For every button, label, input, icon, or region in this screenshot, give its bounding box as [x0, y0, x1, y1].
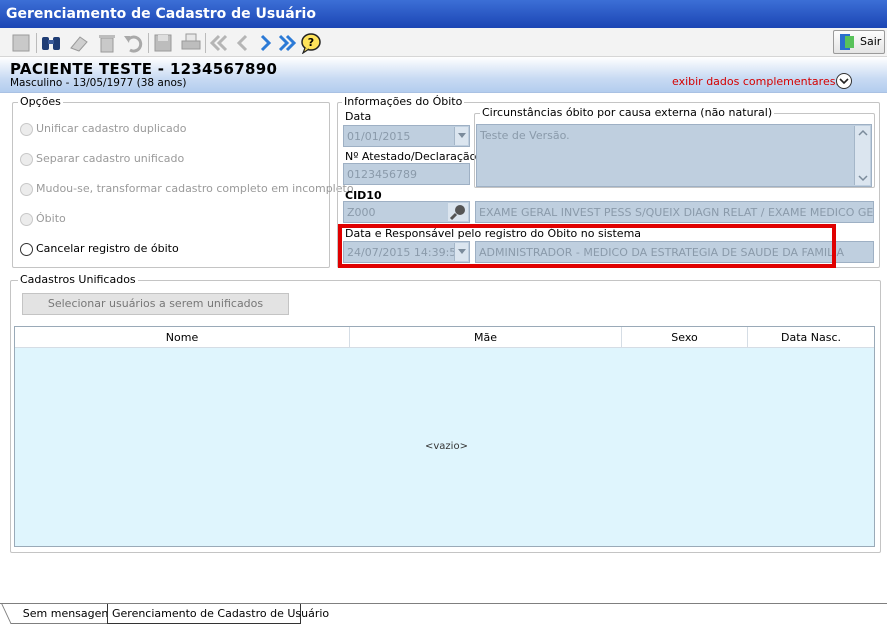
- radio-button[interactable]: [20, 123, 33, 136]
- grid-header: Nome Mãe Sexo Data Nasc.: [15, 327, 874, 348]
- options-legend: Opções: [18, 95, 63, 108]
- chevron-down-icon[interactable]: [836, 73, 852, 89]
- highlight-box: [338, 224, 836, 268]
- scrollbar[interactable]: [854, 126, 870, 185]
- bottom-tab-bar: Sem mensagens Gerenciamento de Cadastro …: [0, 603, 887, 626]
- search-binoculars-icon[interactable]: [40, 32, 62, 54]
- eraser-icon[interactable]: [68, 32, 90, 54]
- circumstances-textarea[interactable]: Teste de Versão.: [476, 124, 872, 187]
- exit-button[interactable]: Sair: [833, 30, 885, 54]
- print-icon[interactable]: [180, 32, 202, 54]
- grid-empty-text: <vazio>: [425, 441, 468, 452]
- select-users-button[interactable]: Selecionar usuários a serem unificados: [22, 293, 289, 315]
- unified-legend: Cadastros Unificados: [18, 273, 138, 286]
- toolbar: ? Sair: [0, 28, 887, 57]
- patient-header: PACIENTE TESTE - 1234567890 Masculino - …: [0, 57, 887, 93]
- svg-text:?: ?: [308, 36, 314, 49]
- certificate-label: Nº Atestado/Declaração: [345, 150, 477, 163]
- radio-button[interactable]: [20, 243, 33, 256]
- patient-info: Masculino - 13/05/1977 (38 anos): [10, 77, 187, 89]
- cid-description-field[interactable]: EXAME GERAL INVEST PESS S/QUEIX DIAGN RE…: [475, 201, 874, 223]
- unified-grid: Nome Mãe Sexo Data Nasc. <vazio>: [14, 326, 875, 547]
- column-header-nome[interactable]: Nome: [15, 327, 350, 348]
- more-data-link[interactable]: exibir dados complementares...: [672, 75, 846, 88]
- window-title: Gerenciamento de Cadastro de Usuário: [0, 0, 887, 28]
- column-header-mae[interactable]: Mãe: [350, 327, 622, 348]
- circumstances-legend: Circunstâncias óbito por causa externa (…: [480, 106, 775, 119]
- certificate-field[interactable]: 0123456789: [343, 163, 470, 185]
- column-header-data-nasc[interactable]: Data Nasc.: [748, 327, 874, 348]
- exit-label: Sair: [860, 35, 882, 48]
- death-info-legend: Informações do Óbito: [342, 95, 465, 108]
- date-label: Data: [345, 110, 372, 123]
- save-icon[interactable]: [152, 32, 174, 54]
- new-icon[interactable]: [10, 32, 32, 54]
- dropdown-arrow-icon[interactable]: [454, 127, 468, 145]
- tab-user-management[interactable]: Gerenciamento de Cadastro de Usuário: [107, 604, 329, 624]
- search-lens-icon[interactable]: [448, 203, 468, 221]
- death-date-field[interactable]: 01/01/2015: [343, 125, 470, 147]
- patient-name: PACIENTE TESTE - 1234567890: [10, 60, 278, 78]
- radio-button[interactable]: [20, 153, 33, 166]
- cid-code-field[interactable]: Z000: [343, 201, 470, 223]
- first-record-icon[interactable]: [208, 32, 230, 54]
- radio-button[interactable]: [20, 213, 33, 226]
- column-header-sexo[interactable]: Sexo: [622, 327, 748, 348]
- radio-button[interactable]: [20, 183, 33, 196]
- exit-door-icon: [840, 34, 854, 50]
- trash-icon[interactable]: [96, 32, 118, 54]
- help-icon[interactable]: ?: [300, 32, 322, 54]
- last-record-icon[interactable]: [276, 32, 298, 54]
- undo-icon[interactable]: [122, 32, 144, 54]
- previous-record-icon[interactable]: [232, 32, 254, 54]
- next-record-icon[interactable]: [254, 32, 276, 54]
- tab-messages[interactable]: Sem mensagens: [1, 604, 114, 624]
